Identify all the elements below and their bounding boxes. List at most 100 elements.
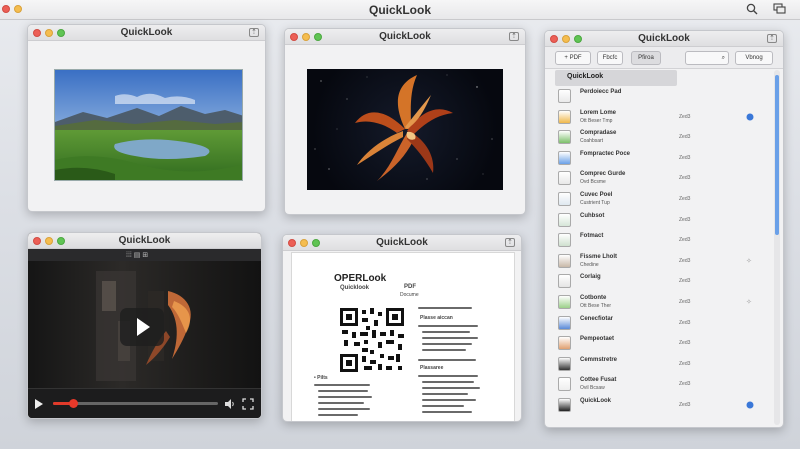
quicklook-flame-window: QuickLook ⇡ (284, 28, 526, 215)
list-item-name: Cuhbsot (580, 212, 605, 219)
search-icon[interactable] (746, 3, 758, 18)
list-item-size: Zed3 (679, 319, 691, 326)
list-item-subtitle: Ovd Bcsme (580, 179, 606, 186)
list-item-size: Zed3 (679, 216, 691, 223)
list-item[interactable]: Perdoiecc Pad (545, 87, 773, 107)
list-item-size: Zed3 (679, 340, 691, 347)
file-icon (558, 171, 571, 186)
window-title: QuickLook (638, 33, 690, 44)
list-item-size: Zed3 (679, 237, 691, 244)
play-icon[interactable] (34, 397, 44, 415)
share-icon[interactable]: ⇡ (249, 28, 259, 37)
file-icon (558, 233, 571, 248)
window-title: QuickLook (118, 235, 171, 246)
document-heading: OPERLook (334, 273, 387, 284)
quicklook-list-window: QuickLook ⇡ + PDF Fbcfc Pfiroa ⌕ Vbnog Q… (544, 30, 784, 428)
file-icon (558, 295, 571, 309)
document-right-heading: Plasse aiccan (420, 315, 453, 321)
sync-badge-icon (746, 401, 754, 411)
list-item[interactable]: Fissme Lholt Chedine Zed3 ✧ (545, 252, 773, 272)
list-item-size: Zed3 (679, 196, 691, 202)
list-toolbar: + PDF Fbcfc Pfiroa ⌕ Vbnog (545, 47, 783, 69)
list-scroll-thumb[interactable] (775, 75, 779, 235)
file-icon (558, 109, 571, 124)
video-toolbar: ⁞⁞⁞ ▤ ⊞ (28, 249, 261, 261)
list-item-name: Fompractec Poce (580, 150, 631, 157)
share-icon[interactable]: ⇡ (509, 32, 519, 41)
window-titlebar: QuickLook ⇡ (28, 25, 265, 41)
filter-button[interactable]: Fbcfc (597, 51, 623, 65)
document-pdf-sub: Docume (400, 292, 419, 298)
window-titlebar: QuickLook (28, 233, 261, 249)
list-item[interactable]: Cenecfiotar Zed3 (545, 314, 773, 334)
list-item[interactable]: Pempeotaet Zed3 (545, 334, 773, 354)
list-item[interactable]: Fompractec Poce Zed3 (545, 149, 773, 169)
quicklook-video-window: QuickLook ⁞⁞⁞ ▤ ⊞ (27, 232, 262, 419)
list-item-name: Cenecfiotar (580, 315, 614, 322)
search-field[interactable]: ⌕ (685, 51, 729, 65)
add-pdf-button[interactable]: + PDF (555, 51, 591, 65)
quicklook-image-window: QuickLook ⇡ (27, 24, 266, 212)
window-titlebar: QuickLook ⇡ (545, 31, 783, 47)
list-item-name: Fissme Lholt (580, 253, 618, 260)
list-item-name: Lorem Lome (580, 109, 617, 116)
list-item-size: Zed3 (679, 134, 691, 141)
file-icon (558, 398, 571, 412)
list-item-size: Zed3 (679, 175, 691, 182)
file-icon (558, 315, 571, 330)
list-item-size: Zed3 (679, 113, 691, 120)
list-item-name: Perdoiecc Pad (580, 89, 622, 95)
list-item-name: Pempeotaet (580, 336, 615, 343)
window-titlebar: QuickLook ⇡ (285, 29, 525, 45)
video-controls (28, 388, 261, 418)
window-title: QuickLook (376, 237, 428, 248)
window-title: QuickLook (120, 27, 173, 38)
document-subheading: Quicklook (340, 285, 370, 291)
list-item-subtitle: Ott Beser Tmp (580, 117, 613, 124)
quicklook-document-window: QuickLook ⇡ OPERLook Quicklook PDF Docum… (282, 234, 522, 422)
list-item-size: Zed3 (679, 360, 691, 367)
search-icon: ⌕ (721, 55, 725, 61)
list-item-subtitle: Ovil Bcsaw (580, 385, 605, 392)
video-progress-track[interactable] (53, 399, 218, 408)
video-scrubber-knob[interactable] (68, 399, 78, 408)
share-icon[interactable]: ⇡ (767, 34, 777, 43)
document-page: OPERLook Quicklook PDF Docume • Pilts Pl… (291, 252, 515, 421)
video-toolbar-label[interactable]: ⁞⁞⁞ ▤ ⊞ (126, 251, 148, 259)
list-item-size: Zed3 (679, 402, 691, 408)
list-item-size: Zed3 (679, 154, 691, 161)
play-icon (137, 318, 150, 336)
fullscreen-icon[interactable] (242, 397, 254, 415)
view-button[interactable]: Vbnog (735, 51, 773, 65)
file-icon (558, 253, 571, 268)
list-item[interactable]: Cuhbsot Zed3 (545, 211, 773, 231)
star-icon: ✧ (746, 299, 752, 306)
list-item-name: Corlaig (580, 274, 601, 281)
list-item-subtitle: Chedine (580, 261, 599, 268)
star-icon: ✧ (746, 257, 752, 265)
share-icon[interactable]: ⇡ (505, 238, 515, 247)
file-icon (558, 336, 571, 351)
file-icon (558, 377, 571, 392)
list-item[interactable]: Cotbonte Ott Bese Ther Zed3 ✧ (545, 293, 773, 313)
list-item[interactable]: Cuvec Poel Custrient Tup Zed3 (545, 190, 773, 210)
list-item[interactable]: Compradase Coahbsart Zed3 (545, 128, 773, 148)
volume-icon[interactable] (224, 397, 236, 415)
list-item[interactable]: QuickLook Zed3 (545, 396, 773, 416)
list-scrollbar[interactable] (774, 70, 780, 425)
play-button[interactable] (120, 308, 164, 346)
list-item[interactable]: Cottee Fusat Ovil Bcsaw Zed3 (545, 375, 773, 395)
windows-icon[interactable] (773, 3, 786, 18)
list-item[interactable]: Comprec Gurde Ovd Bcsme Zed3 (545, 169, 773, 189)
preview-button[interactable]: Pfiroa (631, 51, 661, 65)
list-item-name: Cotbonte (580, 295, 607, 301)
list-item[interactable]: Cemmstretre Zed3 (545, 355, 773, 375)
file-icon (558, 89, 571, 103)
list-item[interactable]: Lorem Lome Ott Beser Tmp Zed3 (545, 108, 773, 128)
list-item[interactable]: Corlaig Zed3 (545, 272, 773, 292)
list-item-size: Zed3 (679, 278, 691, 285)
selected-item[interactable]: QuickLook (567, 73, 603, 80)
list-item[interactable]: Fotmact Zed3 (545, 231, 773, 251)
list-item-name: Cuvec Poel (580, 192, 613, 198)
window-titlebar: QuickLook ⇡ (283, 235, 521, 251)
